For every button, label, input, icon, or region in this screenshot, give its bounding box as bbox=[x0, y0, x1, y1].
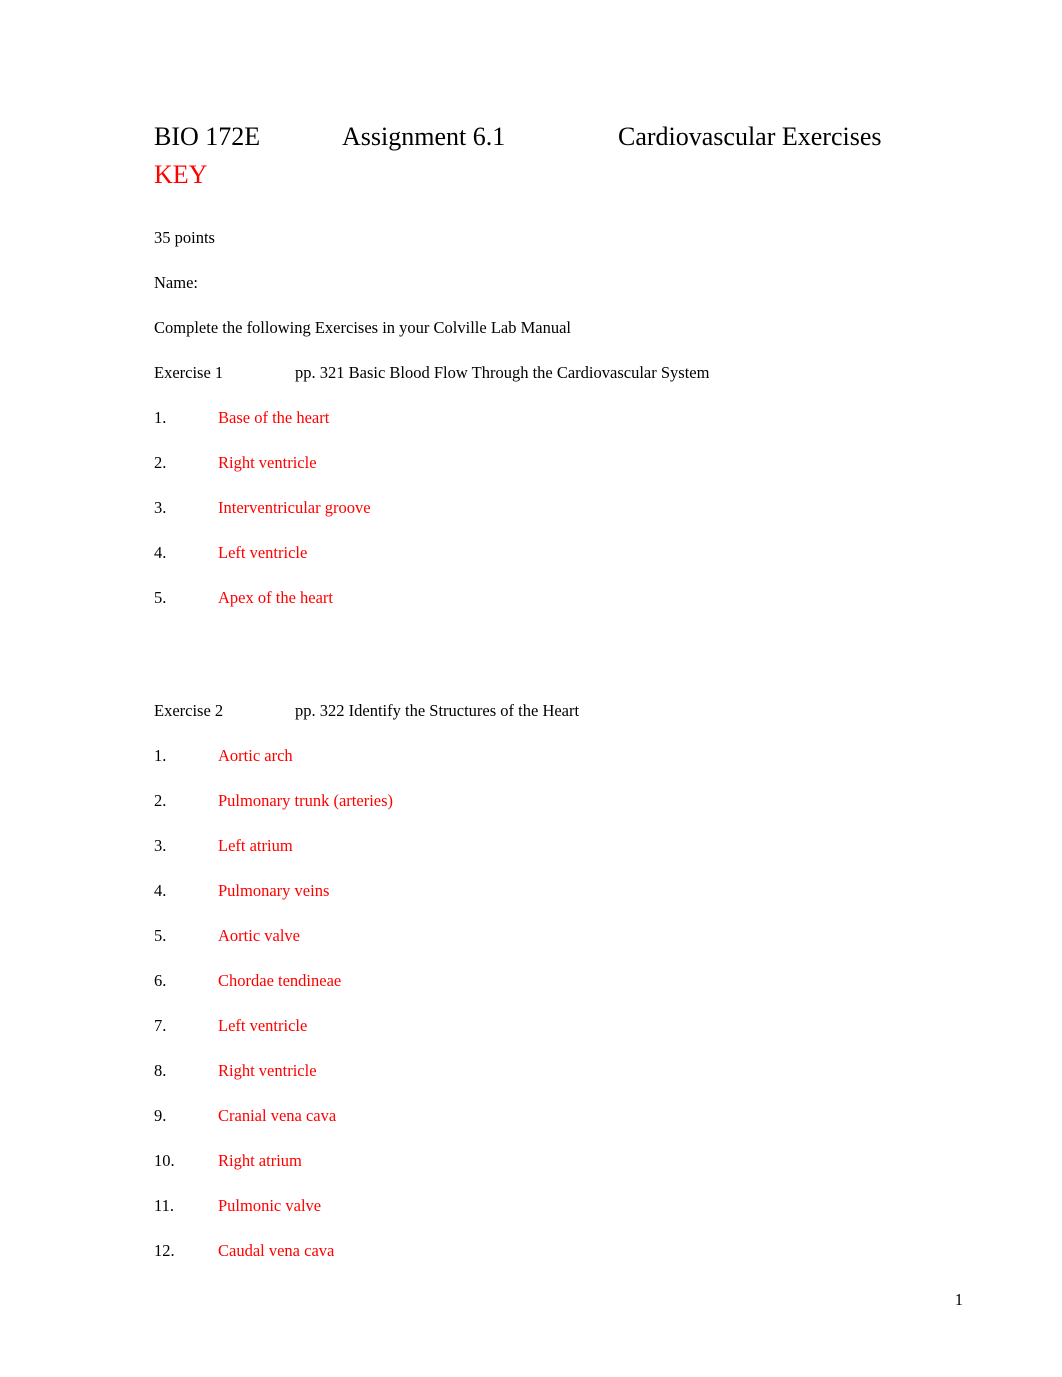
item-answer: Apex of the heart bbox=[218, 588, 333, 607]
document-page: BIO 172E Assignment 6.1 Cardiovascular Exe… bbox=[0, 0, 1062, 1377]
item-number: 4. bbox=[154, 543, 167, 562]
list-item: 10. Right atrium bbox=[154, 1126, 914, 1171]
item-number: 12. bbox=[154, 1241, 175, 1260]
item-answer: Left ventricle bbox=[218, 543, 308, 562]
item-number: 4. bbox=[154, 881, 167, 900]
key-label: KEY bbox=[154, 160, 208, 189]
item-number: 6. bbox=[154, 971, 167, 990]
list-item: 11. Pulmonic valve bbox=[154, 1171, 914, 1216]
item-number: 8. bbox=[154, 1061, 167, 1080]
item-answer: Chordae tendineae bbox=[218, 971, 342, 990]
document-title: BIO 172E Assignment 6.1 Cardiovascular Exe… bbox=[154, 118, 914, 156]
item-answer: Left atrium bbox=[218, 836, 293, 855]
points-line: 35 points bbox=[154, 228, 215, 247]
item-answer: Right atrium bbox=[218, 1151, 302, 1170]
item-answer: Left ventricle bbox=[218, 1016, 308, 1035]
list-item: 3. Interventricular groove bbox=[154, 473, 914, 518]
item-answer: Pulmonary trunk (arteries) bbox=[218, 791, 394, 810]
item-answer: Right ventricle bbox=[218, 453, 317, 472]
item-number: 1. bbox=[154, 408, 167, 427]
item-answer: Interventricular groove bbox=[218, 498, 371, 517]
list-item: 2. Pulmonary trunk (arteries) bbox=[154, 766, 914, 811]
title-subject: Cardiovascular Exercises bbox=[618, 122, 882, 151]
item-number: 5. bbox=[154, 588, 167, 607]
list-item: 1. Aortic arch bbox=[154, 721, 914, 766]
exercise-1-answer-list: 1. Base of the heart 2. Right ventricle 3.… bbox=[154, 383, 914, 608]
item-answer: Aortic valve bbox=[218, 926, 301, 945]
list-item: 3. Left atrium bbox=[154, 811, 914, 856]
list-item: 5. Apex of the heart bbox=[154, 563, 914, 608]
list-item: 12. Caudal vena cava bbox=[154, 1216, 914, 1261]
list-item: 4. Left ventricle bbox=[154, 518, 914, 563]
item-number: 1. bbox=[154, 746, 167, 765]
exercise-2-label: Exercise 2 bbox=[154, 701, 224, 720]
item-answer: Pulmonic valve bbox=[218, 1196, 322, 1215]
exercise-2-heading: Exercise 2 pp. 322 Identify the Structure… bbox=[154, 676, 914, 721]
item-number: 3. bbox=[154, 498, 167, 517]
list-item: 2. Right ventricle bbox=[154, 428, 914, 473]
title-course-code: BIO 172E bbox=[154, 122, 261, 151]
list-item: 6. Chordae tendineae bbox=[154, 946, 914, 991]
item-number: 2. bbox=[154, 453, 167, 472]
list-item: 7. Left ventricle bbox=[154, 991, 914, 1036]
exercise-2-description: pp. 322 Identify the Structures of the H… bbox=[295, 701, 580, 720]
title-assignment: Assignment 6.1 bbox=[342, 122, 506, 151]
instruction-line: Complete the following Exercises in your… bbox=[154, 318, 571, 337]
item-number: 3. bbox=[154, 836, 167, 855]
item-number: 7. bbox=[154, 1016, 167, 1035]
page-number: 1 bbox=[954, 1290, 963, 1309]
name-line: Name: bbox=[154, 273, 198, 292]
item-answer: Aortic arch bbox=[218, 746, 293, 765]
exercise-1-label: Exercise 1 bbox=[154, 363, 224, 382]
item-answer: Pulmonary veins bbox=[218, 881, 330, 900]
document-body: BIO 172E Assignment 6.1 Cardiovascular Exe… bbox=[154, 118, 914, 1261]
exercise-1-description: pp. 321 Basic Blood Flow Through the Car… bbox=[295, 363, 710, 382]
list-item: 5. Aortic valve bbox=[154, 901, 914, 946]
item-number: 10. bbox=[154, 1151, 175, 1170]
item-number: 9. bbox=[154, 1106, 167, 1125]
exercise-1-heading: Exercise 1 pp. 321 Basic Blood Flow Throu… bbox=[154, 338, 914, 383]
exercise-2-answer-list: 1. Aortic arch 2. Pulmonary trunk (arterie… bbox=[154, 721, 914, 1261]
list-item: 4. Pulmonary veins bbox=[154, 856, 914, 901]
item-answer: Base of the heart bbox=[218, 408, 330, 427]
item-number: 11. bbox=[154, 1196, 175, 1215]
item-answer: Caudal vena cava bbox=[218, 1241, 335, 1260]
list-item: 1. Base of the heart bbox=[154, 383, 914, 428]
item-number: 2. bbox=[154, 791, 167, 810]
item-answer: Right ventricle bbox=[218, 1061, 317, 1080]
list-item: 9. Cranial vena cava bbox=[154, 1081, 914, 1126]
item-number: 5. bbox=[154, 926, 167, 945]
item-answer: Cranial vena cava bbox=[218, 1106, 337, 1125]
list-item: 8. Right ventricle bbox=[154, 1036, 914, 1081]
